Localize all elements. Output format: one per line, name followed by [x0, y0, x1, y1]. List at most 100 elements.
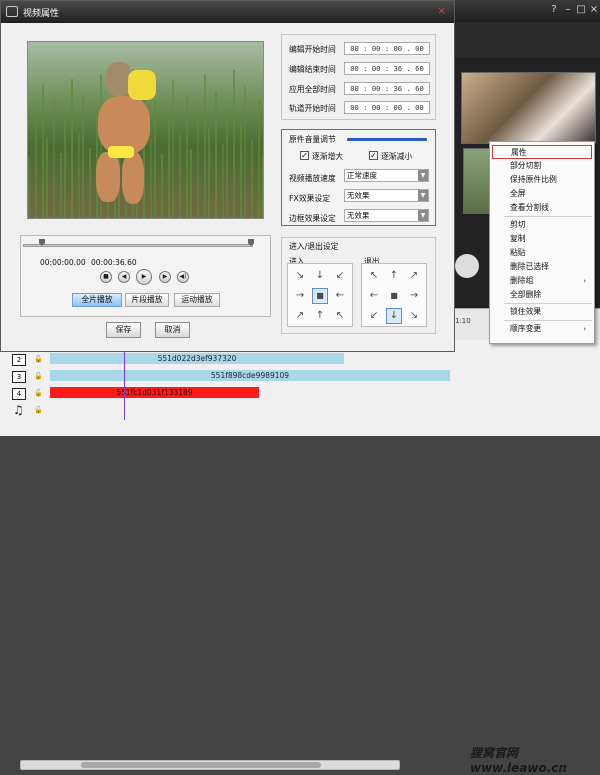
direction-arrow-icon[interactable]: ↙ — [366, 308, 382, 324]
direction-arrow-icon[interactable]: → — [406, 288, 422, 304]
direction-arrow-icon[interactable]: ← — [332, 288, 348, 304]
dialog-close-icon[interactable]: × — [437, 5, 446, 17]
lock-icon[interactable]: 🔓 — [34, 389, 43, 397]
chevron-down-icon[interactable]: ▼ — [418, 210, 428, 221]
lock-icon[interactable]: 🔓 — [34, 372, 43, 380]
fade-in-checkbox[interactable]: ✓ — [300, 151, 309, 160]
direction-arrow-icon[interactable]: ↙ — [332, 268, 348, 284]
chevron-down-icon[interactable]: ▼ — [418, 170, 428, 181]
preview-play-button[interactable] — [455, 254, 479, 278]
segment-play-button[interactable]: 片段播放 — [125, 293, 169, 307]
grass-stroke — [251, 139, 253, 218]
dialog-title: 视频属性 — [23, 9, 60, 19]
menu-item[interactable]: 剪切 — [492, 218, 592, 232]
direction-arrow-icon[interactable]: ■ — [386, 288, 402, 304]
volume-button[interactable]: ◀) — [177, 271, 189, 283]
direction-arrow-icon[interactable]: ↑ — [312, 308, 328, 324]
direction-arrow-icon[interactable]: ↗ — [292, 308, 308, 324]
menu-item[interactable]: 复制 — [492, 232, 592, 246]
speed-select[interactable]: 正常速度 ▼ — [344, 169, 429, 182]
video-preview — [27, 41, 264, 219]
direction-arrow-icon[interactable]: ↑ — [386, 268, 402, 284]
direction-arrow-icon[interactable]: ■ — [312, 288, 328, 304]
lock-icon[interactable]: 🔓 — [34, 406, 43, 414]
menu-item[interactable]: 删除已选择 — [492, 260, 592, 274]
direction-arrow-icon[interactable]: ↘ — [292, 268, 308, 284]
menu-item[interactable]: 锁住效果 — [492, 305, 592, 319]
grass-stroke — [240, 123, 242, 218]
speed-value: 正常速度 — [347, 171, 377, 180]
menu-item[interactable]: 删除组 › — [492, 274, 592, 288]
timeline-clip[interactable]: 551f898cde9989109 — [50, 370, 450, 381]
menu-item[interactable]: 部分切割 — [492, 159, 592, 173]
save-button[interactable]: 保存 — [106, 322, 141, 338]
timeline-clip[interactable]: 551d022d3ef937320 — [50, 353, 344, 364]
help-button[interactable]: ? — [548, 4, 560, 16]
fade-out-label: 逐渐减小 — [381, 152, 413, 161]
menu-item-label: 属性 — [511, 148, 527, 157]
menu-item[interactable]: 全屏 — [492, 187, 592, 201]
grass-stroke — [186, 96, 188, 218]
border-select[interactable]: 无效果 ▼ — [344, 209, 429, 222]
direction-arrow-icon[interactable]: → — [292, 288, 308, 304]
grass-stroke — [64, 116, 66, 218]
timeline-horizontal-scrollbar[interactable] — [20, 760, 400, 770]
track-4-icon: 4 — [12, 388, 26, 400]
start-timecode: 00:00:00.00 — [40, 258, 86, 267]
play-button[interactable]: ▶ — [136, 269, 152, 285]
person-leg — [122, 152, 144, 204]
direction-arrow-icon[interactable]: ← — [366, 288, 382, 304]
ruler-label: 1:10 — [455, 317, 471, 325]
playback-slider[interactable] — [23, 244, 253, 247]
stop-button[interactable]: ■ — [100, 271, 112, 283]
direction-arrow-icon[interactable]: ↖ — [366, 268, 382, 284]
timeline-clip[interactable]: 551fc1d031f133189 — [50, 387, 259, 398]
maximize-button[interactable]: □ — [575, 4, 587, 16]
direction-arrow-icon[interactable]: ↖ — [332, 308, 348, 324]
fade-in-label: 逐渐增大 — [312, 152, 344, 161]
fx-label: FX效果设定 — [289, 194, 331, 203]
menu-item[interactable]: 查看分割线 — [492, 201, 592, 215]
edit-end-field[interactable]: 00 : 00 : 36 . 60 — [344, 62, 430, 75]
previous-frame-button[interactable]: ◀ — [118, 271, 130, 283]
direction-arrow-icon[interactable]: ↗ — [406, 268, 422, 284]
apply-all-field[interactable]: 00 : 00 : 36 . 60 — [344, 82, 430, 95]
grass-stroke — [154, 101, 156, 218]
close-app-button[interactable]: × — [588, 4, 600, 16]
full-play-button[interactable]: 全片播放 — [72, 293, 122, 307]
cancel-button[interactable]: 取消 — [155, 322, 190, 338]
timeline: 2 🔓 3 🔓 4 🔓 ♫ 🔓 551d022d3ef937320 551f89… — [0, 340, 600, 775]
direction-arrow-icon[interactable]: ↓ — [312, 268, 328, 284]
edit-start-field[interactable]: 00 : 00 : 00 . 00 — [344, 42, 430, 55]
direction-arrow-icon[interactable]: ↘ — [406, 308, 422, 324]
grass-stroke — [190, 149, 192, 218]
playhead-line[interactable] — [124, 340, 125, 420]
grass-stroke — [244, 86, 246, 218]
context-menu: 属性部分切割 保持原件比例 全屏 查看分割线剪切 复制 粘贴 删除已选择 删除组 › 全部删除锁住… — [489, 141, 595, 344]
menu-item[interactable]: 粘贴 — [492, 246, 592, 260]
in-out-title: 进入/退出设定 — [289, 242, 339, 251]
scrollbar-thumb[interactable] — [81, 762, 321, 768]
photo-thumbnail[interactable] — [461, 72, 596, 144]
next-frame-button[interactable]: ▶ — [159, 271, 171, 283]
menu-item[interactable]: 保持原件比例 — [492, 173, 592, 187]
grass-stroke — [35, 121, 37, 218]
fade-out-checkbox[interactable]: ✓ — [369, 151, 378, 160]
minimize-button[interactable]: – — [562, 4, 574, 16]
video-properties-dialog: 视频属性 × 00:00:00.00 00:00:36.60 ■ ◀ ▶ ▶ ◀… — [0, 0, 455, 352]
track-start-field[interactable]: 00 : 00 : 00 . 00 — [344, 101, 430, 114]
grass-stroke — [82, 95, 84, 218]
yellow-shorts — [108, 146, 134, 158]
direction-arrow-icon[interactable]: ↓ — [386, 308, 402, 324]
menu-item[interactable]: 顺序变更 › — [492, 322, 592, 336]
menu-item[interactable]: 属性 — [492, 145, 592, 159]
motion-play-button[interactable]: 运动播放 — [174, 293, 220, 307]
chevron-down-icon[interactable]: ▼ — [418, 190, 428, 201]
fx-select[interactable]: 无效果 ▼ — [344, 189, 429, 202]
lock-icon[interactable]: 🔓 — [34, 355, 43, 363]
enter-direction-grid: ↘ ↓ ↙ → ■ ← ↗ ↑ ↖ — [287, 263, 353, 327]
grass-stroke — [233, 70, 235, 218]
volume-slider[interactable] — [347, 138, 427, 141]
menu-item[interactable]: 全部删除 — [492, 288, 592, 302]
dialog-titlebar[interactable]: 视频属性 × — [1, 1, 454, 23]
